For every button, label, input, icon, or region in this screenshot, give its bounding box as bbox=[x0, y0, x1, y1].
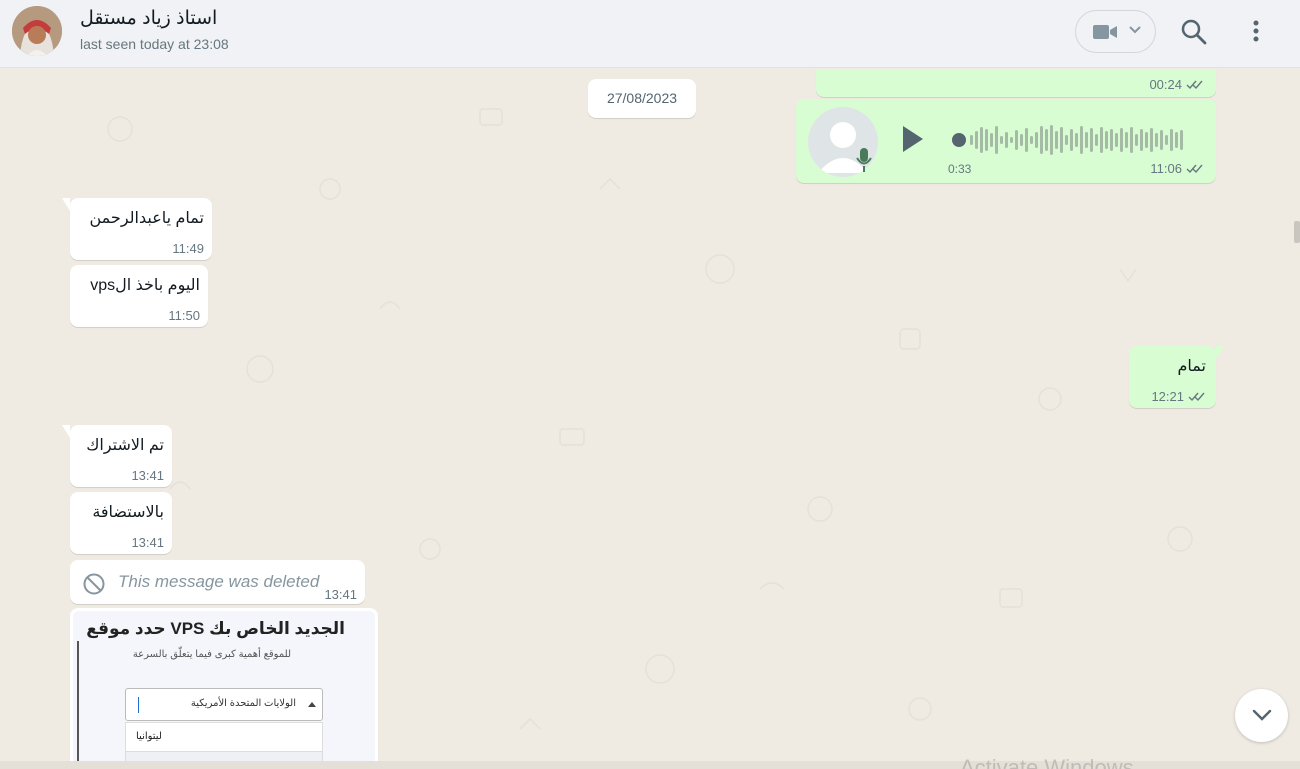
message-text: بالاستضافة bbox=[92, 504, 164, 521]
deleted-message-bubble[interactable]: This message was deleted 13:41 bbox=[70, 560, 365, 604]
image-divider bbox=[77, 641, 79, 768]
message-bubble-incoming[interactable]: بالاستضافة 13:41 bbox=[70, 492, 172, 554]
message-bubble-outgoing[interactable]: 00:24 bbox=[816, 69, 1216, 97]
message-time: 11:49 bbox=[172, 241, 204, 256]
message-bubble-outgoing[interactable]: تمام 12:21 bbox=[1129, 346, 1224, 408]
microphone-icon bbox=[856, 148, 872, 172]
image-location-select: الولايات المتحدة الأمريكية bbox=[125, 688, 323, 721]
image-heading: الجديد الخاص بك VPS حدد موقع bbox=[86, 619, 345, 638]
contact-avatar[interactable] bbox=[12, 6, 62, 56]
chat-header: استاذ زياد مستقل last seen today at 23:0… bbox=[0, 0, 1300, 68]
image-option-text: ليتوانيا bbox=[136, 731, 162, 742]
message-time: 12:21 bbox=[1151, 389, 1184, 404]
message-time: 11:06 bbox=[1150, 161, 1182, 176]
message-time: 00:24 bbox=[1149, 77, 1182, 92]
double-check-icon bbox=[1186, 164, 1203, 174]
voice-message-bubble[interactable]: 0:33 11:06 bbox=[796, 99, 1216, 183]
deleted-message-text: This message was deleted bbox=[118, 572, 320, 591]
message-text: تمام bbox=[1177, 358, 1206, 375]
search-icon bbox=[1181, 19, 1207, 45]
message-text: تمام ياعبدالرحمن bbox=[89, 210, 205, 227]
avatar-photo bbox=[12, 6, 62, 56]
message-bubble-incoming[interactable]: تم الاشتراك 13:41 bbox=[62, 425, 172, 487]
chevron-down-icon bbox=[1252, 709, 1272, 721]
voice-duration: 0:33 bbox=[948, 162, 972, 176]
play-icon[interactable] bbox=[900, 123, 926, 155]
message-text: تم الاشتراك bbox=[86, 437, 164, 454]
message-time: 13:41 bbox=[131, 468, 164, 483]
caret-up-icon bbox=[308, 702, 316, 707]
more-vertical-icon bbox=[1253, 20, 1259, 42]
message-bubble-incoming[interactable]: اليوم باخذ الvps 11:50 bbox=[70, 265, 208, 327]
bubble-tail bbox=[1216, 346, 1224, 359]
image-message-bubble[interactable]: الجديد الخاص بك VPS حدد موقع للموقع أهمي… bbox=[70, 608, 378, 768]
contact-name[interactable]: استاذ زياد مستقل bbox=[80, 7, 217, 30]
message-time: 13:41 bbox=[131, 535, 164, 550]
last-seen-status: last seen today at 23:08 bbox=[80, 36, 229, 52]
menu-button[interactable] bbox=[1238, 14, 1274, 50]
bubble-tail bbox=[62, 425, 70, 438]
audio-waveform[interactable] bbox=[952, 123, 1192, 157]
image-select-option: ليتوانيا bbox=[125, 722, 323, 752]
message-time: 11:50 bbox=[168, 308, 200, 323]
message-bubble-incoming[interactable]: تمام ياعبدالرحمن 11:49 bbox=[62, 198, 212, 260]
double-check-icon bbox=[1186, 80, 1203, 90]
date-separator: 27/08/2023 bbox=[588, 79, 696, 118]
chevron-down-icon bbox=[1129, 26, 1141, 34]
windows-activation-watermark: Activate Windows bbox=[960, 755, 1134, 769]
scroll-to-bottom-button[interactable] bbox=[1235, 689, 1288, 742]
image-attachment[interactable]: الجديد الخاص بك VPS حدد موقع للموقع أهمي… bbox=[73, 611, 375, 768]
text-cursor bbox=[138, 697, 139, 713]
image-subheading: للموقع أهمية كبرى فيما يتعلّق بالسرعة bbox=[132, 649, 291, 660]
bubble-tail bbox=[62, 198, 70, 211]
double-check-icon bbox=[1188, 392, 1205, 402]
video-call-button[interactable] bbox=[1075, 10, 1156, 53]
blocked-icon bbox=[83, 573, 105, 595]
image-select-value: الولايات المتحدة الأمريكية bbox=[190, 698, 296, 709]
video-camera-icon bbox=[1093, 25, 1117, 39]
search-button[interactable] bbox=[1176, 14, 1212, 50]
scrollbar-thumb[interactable] bbox=[1294, 221, 1300, 243]
message-text: اليوم باخذ الvps bbox=[90, 277, 200, 294]
message-time: 13:41 bbox=[324, 587, 357, 602]
